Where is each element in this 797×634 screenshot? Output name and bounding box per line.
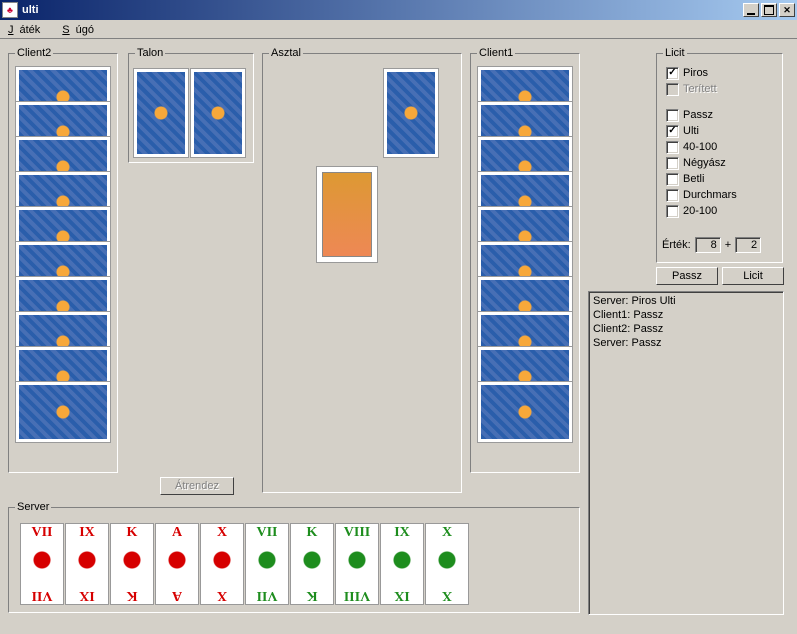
chk-piros[interactable]: Piros [666,65,778,81]
log-line: Client2: Passz [593,322,779,336]
ertek-base: 8 [695,237,721,253]
checkbox-icon [666,205,679,218]
server-card[interactable]: XX [200,523,244,605]
checkbox-icon [666,83,679,96]
server-card[interactable]: AA [155,523,199,605]
maximize-button[interactable] [761,3,777,17]
ertek-extra: 2 [735,237,761,253]
server-card[interactable]: IXIX [65,523,109,605]
menu-sugo[interactable]: Súgó [56,22,106,36]
atrendez-button[interactable]: Átrendez [160,477,234,495]
checkbox-icon [666,125,679,138]
log-line: Server: Passz [593,336,779,350]
server-card[interactable]: KK [290,523,334,605]
server-card[interactable]: XX [425,523,469,605]
ertek-label: Érték: [662,239,691,251]
chk-durchmars[interactable]: Durchmars [666,187,778,203]
server-card[interactable]: IXIX [380,523,424,605]
minimize-button[interactable] [743,3,759,17]
close-button[interactable] [779,3,795,17]
checkbox-icon [666,157,679,170]
checkbox-icon [666,189,679,202]
server-card[interactable]: KK [110,523,154,605]
checkbox-icon [666,67,679,80]
ertek-plus: + [725,239,731,251]
chk-20-100[interactable]: 20-100 [666,203,778,219]
menubar: Játék Súgó [0,20,797,39]
client2-card[interactable] [16,382,110,442]
server-card[interactable]: VIIIVIII [335,523,379,605]
client1-card[interactable] [478,382,572,442]
checkbox-icon [666,141,679,154]
chk-betli[interactable]: Betli [666,171,778,187]
window-title: ulti [22,4,39,16]
asztal-card-back[interactable] [384,69,438,157]
chk-passz[interactable]: Passz [666,107,778,123]
passz-button[interactable]: Passz [656,267,718,285]
log-line: Server: Piros Ulti [593,294,779,308]
server-card[interactable]: VIIVII [20,523,64,605]
log-line: Client1: Passz [593,308,779,322]
chk-ulti[interactable]: Ulti [666,123,778,139]
menu-jatek[interactable]: Játék [2,22,52,36]
talon-card[interactable] [134,69,188,157]
log-box: Server: Piros Ulti Client1: Passz Client… [588,291,784,615]
talon-card[interactable] [191,69,245,157]
chk-40-100[interactable]: 40-100 [666,139,778,155]
server-card[interactable]: VIIVII [245,523,289,605]
asztal-card-face[interactable] [317,167,377,262]
checkbox-icon [666,173,679,186]
checkbox-icon [666,109,679,122]
app-icon: ♣ [2,2,18,18]
titlebar: ♣ ulti [0,0,797,20]
chk-negyasz[interactable]: Négyász [666,155,778,171]
licit-button[interactable]: Licit [722,267,784,285]
chk-teritett[interactable]: Terített [666,81,778,97]
